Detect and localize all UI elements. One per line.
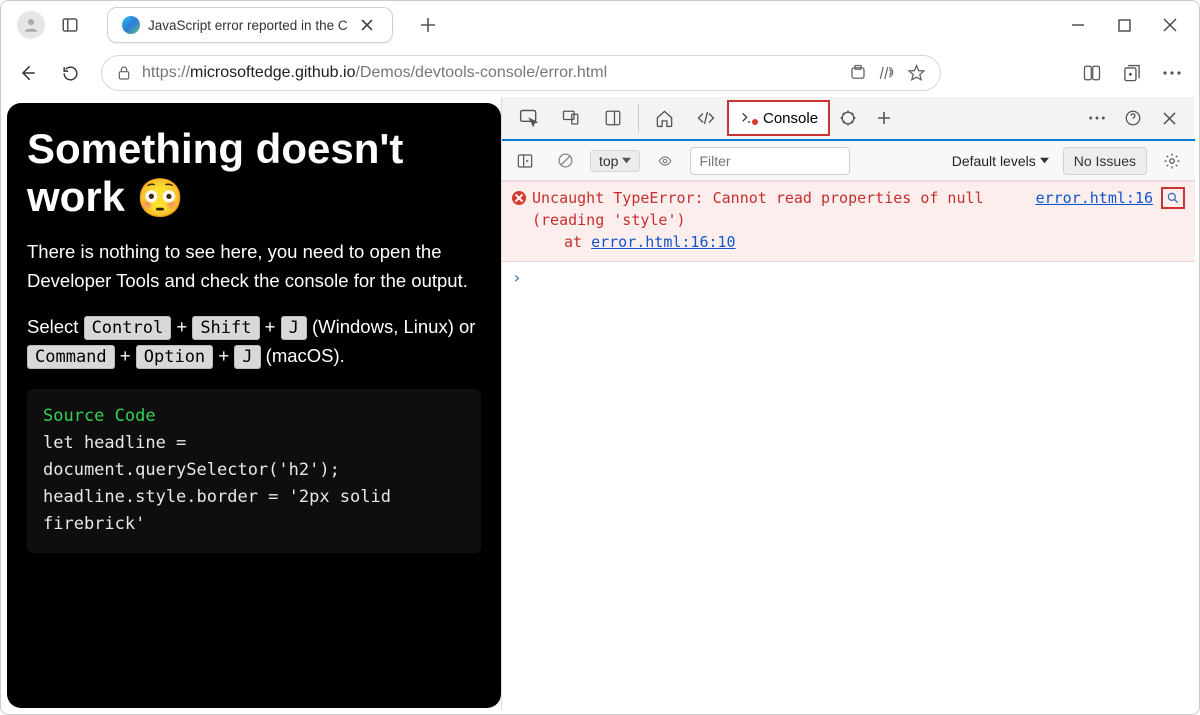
kbd-command: Command (27, 345, 115, 369)
close-window-button[interactable] (1147, 5, 1193, 45)
live-expression-button[interactable] (650, 147, 680, 175)
no-issues-button[interactable]: No Issues (1063, 147, 1147, 175)
tab-console[interactable]: Console (727, 100, 830, 136)
kbd-j: J (281, 316, 307, 340)
close-tab-button[interactable] (356, 14, 378, 36)
new-tab-button[interactable] (413, 10, 443, 40)
kbd-shift: Shift (192, 316, 259, 340)
maximize-button[interactable] (1101, 5, 1147, 45)
devtools-help-icon[interactable] (1115, 100, 1151, 136)
titlebar: JavaScript error reported in the C (1, 1, 1199, 49)
error-source-link[interactable]: error.html:16 (1036, 188, 1153, 210)
profile-avatar[interactable] (17, 11, 45, 39)
workspaces-icon[interactable] (55, 10, 85, 40)
code-line-2: headline.style.border = '2px solid fireb… (43, 484, 465, 538)
address-bar[interactable]: https://microsoftedge.github.io/Demos/de… (101, 55, 941, 91)
code-header: Source Code (43, 403, 465, 430)
inspect-icon[interactable] (508, 98, 550, 138)
device-emulation-icon[interactable] (550, 98, 592, 138)
split-screen-icon[interactable] (1073, 54, 1111, 92)
console-prompt[interactable]: › (502, 262, 1195, 293)
dock-side-icon[interactable] (592, 98, 634, 138)
content-area: Something doesn't work 😳 There is nothin… (1, 97, 1199, 714)
devtools-more-icon[interactable] (1079, 100, 1115, 136)
tab-title: JavaScript error reported in the C (148, 18, 348, 33)
edge-favicon (122, 16, 140, 34)
worried-emoji-icon: 😳 (137, 178, 184, 220)
context-selector[interactable]: top (590, 150, 640, 172)
kbd-j-2: J (234, 345, 260, 369)
console-error-badge (750, 117, 760, 127)
minimize-button[interactable] (1055, 5, 1101, 45)
console-messages: Uncaught TypeError: Cannot read properti… (502, 181, 1195, 710)
search-issue-button[interactable] (1161, 187, 1185, 209)
devtools-tabstrip: Console (502, 97, 1195, 141)
console-error-row[interactable]: Uncaught TypeError: Cannot read properti… (502, 181, 1195, 262)
more-icon[interactable] (1153, 54, 1191, 92)
devtools-close-icon[interactable] (1151, 100, 1187, 136)
kbd-option: Option (136, 345, 213, 369)
tab-issues[interactable] (830, 100, 866, 136)
page-paragraph-1: There is nothing to see here, you need t… (27, 238, 481, 295)
toolbar: https://microsoftedge.github.io/Demos/de… (1, 49, 1199, 97)
kbd-control: Control (84, 316, 172, 340)
read-aloud-icon[interactable] (877, 64, 897, 82)
stack-link[interactable]: error.html:16:10 (591, 233, 736, 251)
browser-tab[interactable]: JavaScript error reported in the C (107, 7, 393, 43)
console-toolbar: top Default levels No Issues (502, 141, 1195, 181)
tab-console-label: Console (763, 110, 818, 127)
log-levels-selector[interactable]: Default levels (948, 153, 1053, 169)
source-code-box: Source Code let headline = document.quer… (27, 389, 481, 553)
console-settings-icon[interactable] (1157, 147, 1187, 175)
app-launch-icon[interactable] (849, 64, 867, 82)
page-paragraph-2: Select Control + Shift + J (Windows, Lin… (27, 313, 481, 370)
error-icon (512, 191, 526, 205)
page-heading: Something doesn't work 😳 (27, 125, 481, 222)
url-text: https://microsoftedge.github.io/Demos/de… (142, 64, 839, 82)
error-text: Uncaught TypeError: Cannot read properti… (532, 188, 1030, 253)
favorite-icon[interactable] (907, 64, 926, 83)
devtools-panel: Console (501, 97, 1195, 710)
console-sidebar-toggle[interactable] (510, 147, 540, 175)
collections-icon[interactable] (1113, 54, 1151, 92)
console-filter-input[interactable] (690, 147, 850, 175)
code-line-1: let headline = document.querySelector('h… (43, 430, 465, 484)
tab-welcome[interactable] (643, 98, 685, 138)
refresh-button[interactable] (51, 54, 89, 92)
tab-elements[interactable] (685, 98, 727, 138)
site-lock-icon[interactable] (116, 64, 132, 82)
demo-page: Something doesn't work 😳 There is nothin… (7, 103, 501, 708)
back-button[interactable] (9, 54, 47, 92)
clear-console-button[interactable] (550, 147, 580, 175)
more-tabs-button[interactable] (866, 100, 902, 136)
browser-window: JavaScript error reported in the C (0, 0, 1200, 715)
